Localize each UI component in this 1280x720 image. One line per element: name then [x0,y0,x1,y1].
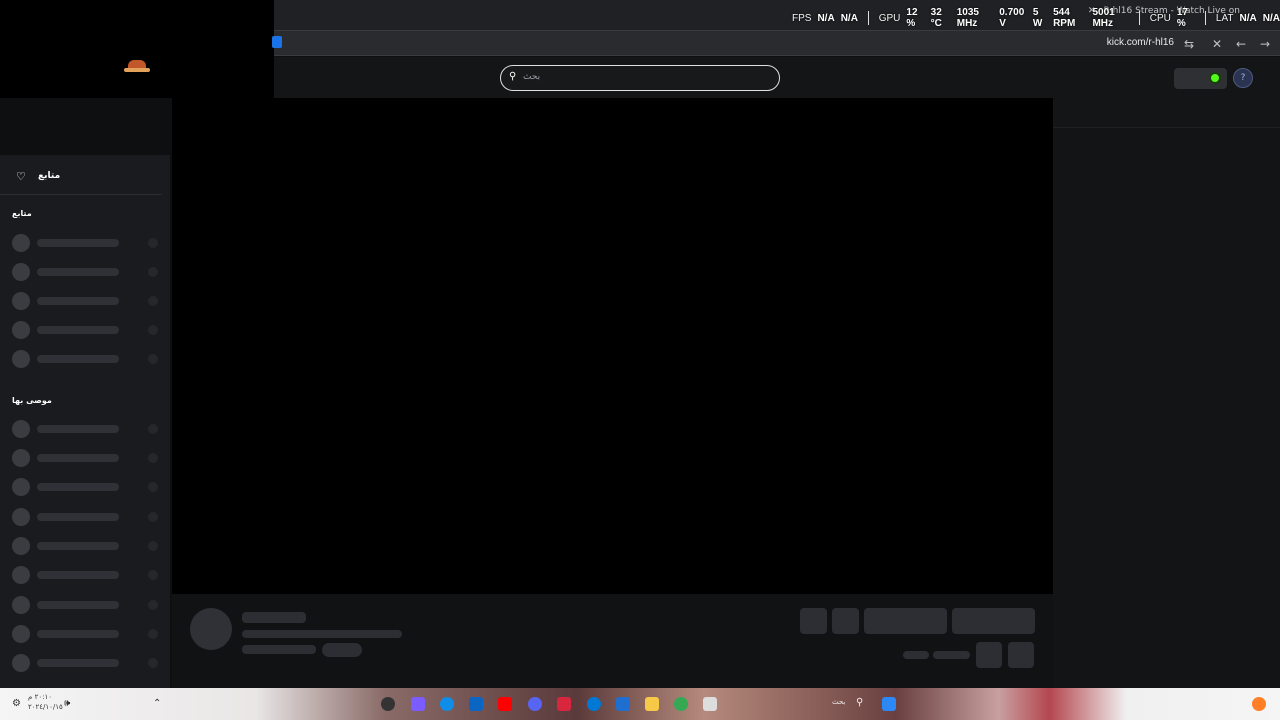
address-bar[interactable]: kick.com/r-hl16 ⇆ ✕ ← → [274,30,1280,56]
performance-overlay: FPS N/A N/A GPU 12 % 32 °C 1035 MHz 0.70… [792,7,1280,29]
store-icon[interactable] [616,697,630,711]
gpu-usage: 12 % [906,7,918,29]
wps-icon[interactable] [557,697,571,711]
edge-icon[interactable] [440,697,454,711]
windows-start-icon[interactable] [882,697,896,711]
sidebar-channel-skeleton[interactable] [12,419,160,438]
kick-logo-icon [1209,72,1221,84]
overlay-divider [1138,11,1140,25]
section-following-title: متابع [12,209,32,218]
close-icon[interactable]: ✕ [1208,35,1226,53]
sidebar-channel-skeleton[interactable] [12,507,160,526]
task-view-icon[interactable] [703,697,717,711]
follow-button-skeleton[interactable] [864,608,947,634]
app-icon[interactable] [381,697,395,711]
search-input[interactable]: ⚲ بحث [500,65,780,91]
volume-icon[interactable]: 🕪 [64,698,70,709]
taskbar-clock[interactable]: ٢٠:١٠ م [28,693,52,701]
sidebar-channel-skeleton[interactable] [12,233,160,252]
discord-icon[interactable] [528,697,542,711]
header-action-button[interactable] [1174,68,1227,89]
category-skeleton [242,645,316,654]
cpu-usage: 17 % [1176,7,1188,29]
overlay-divider [867,11,869,25]
video-player[interactable] [172,98,1053,594]
sidebar-channel-skeleton[interactable] [12,320,160,339]
onedrive-icon[interactable] [587,697,601,711]
viewer-count-skeleton [903,651,929,659]
sidebar-channel-skeleton[interactable] [12,565,160,584]
logo-icon [120,58,154,82]
taskbar-date[interactable]: ٢٠٢٤/١٠/١٥ [28,703,63,711]
sidebar: ♡ متابع متابع موصى بها [0,155,170,688]
action-button-skeleton[interactable] [800,608,827,634]
taskbar [0,688,1280,720]
uptime-skeleton [933,651,970,659]
sidebar-channel-skeleton[interactable] [12,349,160,368]
chat-header [1053,98,1280,128]
lat-value: N/A [1239,12,1257,24]
sidebar-channel-skeleton[interactable] [12,653,160,672]
sidebar-channel-skeleton[interactable] [12,595,160,614]
streamer-avatar-skeleton[interactable] [190,608,232,650]
chevron-up-icon[interactable]: ⌃ [153,698,161,709]
fps-value: N/A [817,12,835,24]
action-button-skeleton[interactable] [832,608,859,634]
outlook-icon[interactable] [469,697,483,711]
following-label: متابع [38,171,61,181]
file-explorer-icon[interactable] [645,697,659,711]
youtube-icon[interactable] [498,697,512,711]
chat-panel [1053,98,1280,688]
sidebar-channel-skeleton[interactable] [12,536,160,555]
fps-label: FPS [792,12,812,24]
user-avatar[interactable]: ? [1233,68,1253,88]
edge-tab-indicator [272,36,282,48]
notification-icon[interactable] [1252,697,1266,711]
search-icon: ⚲ [509,71,517,82]
left-black-region [0,0,274,98]
gpu-temp: 32 °C [930,7,942,29]
heart-icon: ♡ [16,170,26,183]
settings-icon[interactable]: ⚙ [12,698,21,709]
section-recommended-title: موصى بها [12,396,52,405]
gpu-mem: 5001 MHz [1092,7,1115,29]
gpu-fan: 544 RPM [1053,7,1076,29]
gpu-volt: 0.700 V [999,7,1025,29]
site-settings-icon[interactable]: ⇆ [1180,35,1198,53]
address-url[interactable]: kick.com/r-hl16 [1107,37,1174,48]
copilot-icon[interactable] [411,697,425,711]
more-button-skeleton[interactable] [1008,642,1034,668]
lat-value-2: N/A [1262,12,1280,24]
sidebar-channel-skeleton[interactable] [12,477,160,496]
sidebar-channel-skeleton[interactable] [12,448,160,467]
forward-arrow-icon[interactable]: → [1256,35,1274,53]
sidebar-following-header[interactable]: ♡ متابع [0,155,162,195]
tag-skeleton [322,643,362,657]
fps-value-2: N/A [840,12,858,24]
sidebar-channel-skeleton[interactable] [12,291,160,310]
gpu-power: 5 W [1032,7,1043,29]
gpu-label: GPU [878,12,901,24]
streamer-name-skeleton [242,612,306,623]
gpu-clock: 1035 MHz [956,7,979,29]
back-arrow-icon[interactable]: ← [1232,35,1250,53]
sidebar-channel-skeleton[interactable] [12,624,160,643]
overlay-divider [1205,11,1206,25]
cpu-label: CPU [1149,12,1171,24]
lat-label: LAT [1215,12,1234,24]
chrome-icon[interactable] [674,697,688,711]
share-button-skeleton[interactable] [976,642,1002,668]
sidebar-channel-skeleton[interactable] [12,262,160,281]
search-placeholder: بحث [523,72,541,82]
search-icon[interactable]: ⚲ [856,697,863,708]
subscribe-button-skeleton[interactable] [952,608,1035,634]
taskbar-search[interactable]: بحث [832,698,845,706]
stream-title-skeleton [242,630,402,638]
